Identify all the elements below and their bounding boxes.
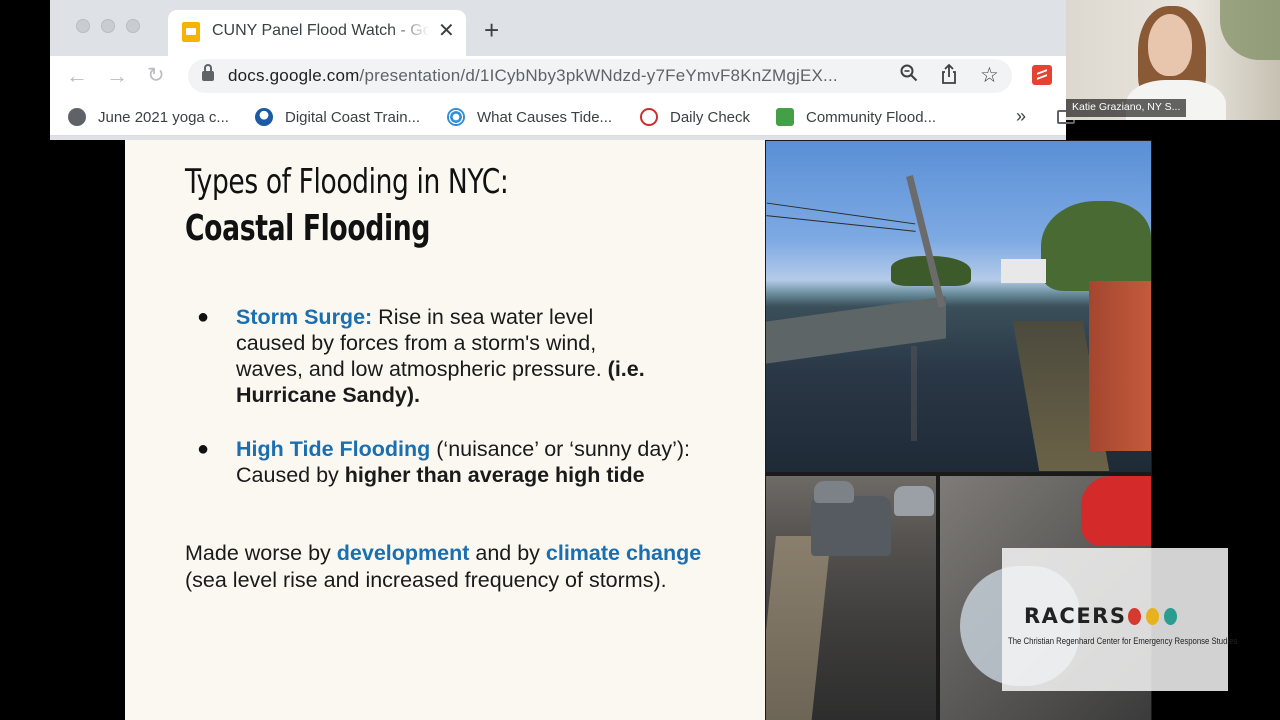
todoist-extension-icon[interactable]: [1032, 65, 1052, 85]
racers-logo: RACERS The Christian Regenhard Center fo…: [1002, 548, 1237, 691]
noaa-icon: [255, 108, 273, 126]
forward-icon[interactable]: →: [106, 62, 128, 90]
address-bar[interactable]: docs.google.com/presentation/d/1ICybNby3…: [188, 59, 1012, 93]
term-climate-change: climate change: [545, 541, 702, 565]
url-text: docs.google.com/presentation/d/1ICybNby3…: [228, 66, 838, 86]
bookmarks-bar: June 2021 yoga c... Digital Coast Train.…: [50, 96, 1075, 136]
flooded-street-photo: [766, 141, 1151, 472]
new-tab-button[interactable]: +: [484, 15, 499, 45]
close-tab-icon[interactable]: ✕: [438, 19, 455, 43]
bookmark-label: Community Flood...: [806, 108, 937, 126]
flooded-parking-photo: [766, 476, 936, 720]
bullet-dot: ●: [197, 438, 210, 460]
bullet-bold: higher than average high tide: [344, 463, 645, 487]
zoom-icon[interactable]: [900, 64, 918, 89]
participant-face: [1148, 14, 1192, 76]
bullet-storm-surge: Storm Surge: Rise in sea water level cau…: [236, 304, 656, 408]
bookmark-item[interactable]: June 2021 yoga c...: [68, 106, 229, 128]
para-text: (sea level rise and increased frequency …: [185, 567, 667, 592]
para-text: and by: [469, 541, 546, 565]
browser-window: CUNY Panel Flood Watch - Google Slides ✕…: [50, 0, 1075, 140]
bookmark-star-icon[interactable]: ☆: [980, 64, 999, 88]
daily-check-icon: [640, 108, 658, 126]
url-domain: docs.google.com: [228, 66, 360, 85]
slide-text-panel: Types of Flooding in NYC: Coastal Floodi…: [125, 140, 765, 720]
reload-icon[interactable]: ↻: [147, 62, 165, 90]
summary-paragraph: Made worse by development and by climate…: [185, 540, 705, 593]
bookmark-label: Digital Coast Train...: [285, 108, 421, 126]
term-storm-surge: Storm Surge:: [236, 305, 373, 329]
bookmark-item[interactable]: What Causes Tide...: [447, 106, 612, 128]
community-flood-icon: [776, 108, 794, 126]
para-text: Made worse by: [185, 541, 337, 565]
participant-video: Katie Graziano, NY S...: [1066, 0, 1280, 120]
bullet-dot: ●: [197, 306, 210, 328]
logo-dot-red: [1128, 608, 1141, 625]
maximize-window-button[interactable]: [126, 19, 140, 33]
slide-subtitle: Coastal Flooding: [185, 208, 431, 249]
logo-wordmark: RACERS: [1024, 604, 1127, 628]
browser-tab[interactable]: CUNY Panel Flood Watch - Google Slides ✕: [168, 10, 466, 56]
back-icon[interactable]: ←: [66, 62, 88, 90]
logo-dot-yellow: [1146, 608, 1159, 625]
bullet-high-tide: High Tide Flooding (‘nuisance’ or ‘sunny…: [236, 436, 706, 488]
logo-subtitle: The Christian Regenhard Center for Emerg…: [1008, 636, 1238, 646]
participant-name: Katie Graziano, NY S...: [1066, 99, 1187, 117]
share-icon[interactable]: [940, 63, 958, 91]
term-high-tide: High Tide Flooding: [236, 437, 431, 461]
navigation-toolbar: ← → ↻ docs.google.com/presentation/d/1IC…: [50, 56, 1066, 96]
more-bookmarks-icon[interactable]: »: [1016, 106, 1026, 127]
title-bar: CUNY Panel Flood Watch - Google Slides ✕…: [50, 0, 1066, 56]
lock-icon: [202, 64, 214, 82]
bookmark-item[interactable]: Digital Coast Train...: [255, 106, 420, 128]
bookmark-item[interactable]: Daily Check: [640, 106, 750, 128]
bookmark-label: Daily Check: [670, 108, 751, 126]
slide-title: Types of Flooding in NYC:: [185, 162, 509, 202]
globe-icon: [68, 108, 86, 126]
bookmark-label: What Causes Tide...: [477, 108, 613, 126]
bookmark-item[interactable]: Community Flood...: [776, 106, 936, 128]
bookmark-label: June 2021 yoga c...: [98, 108, 229, 126]
logo-dot-teal: [1164, 608, 1177, 625]
term-development: development: [336, 541, 470, 565]
google-slides-icon: [182, 22, 200, 42]
spiral-icon: [447, 108, 465, 126]
tab-title: CUNY Panel Flood Watch - Google Slides: [212, 22, 430, 39]
url-path: /presentation/d/1ICybNby3pkWNdzd-y7FeYmv…: [359, 66, 838, 85]
close-window-button[interactable]: [76, 19, 90, 33]
minimize-window-button[interactable]: [101, 19, 115, 33]
